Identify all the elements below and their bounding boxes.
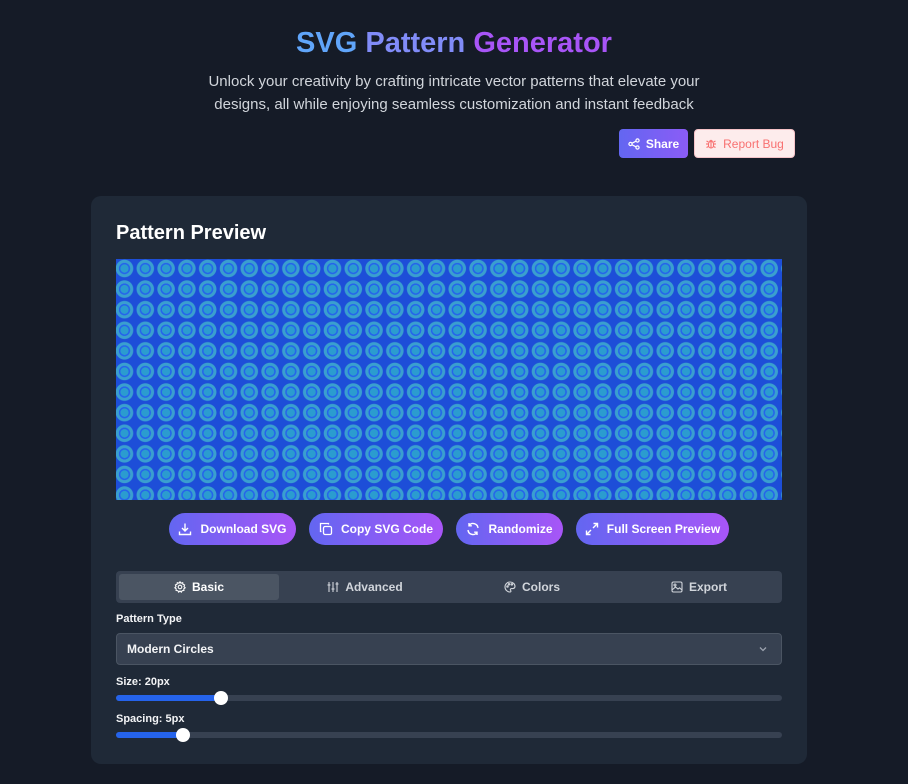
- expand-icon: [585, 522, 599, 536]
- page-subtitle: Unlock your creativity by crafting intri…: [208, 73, 700, 113]
- download-svg-button[interactable]: Download SVG: [169, 513, 296, 545]
- tab-export[interactable]: Export: [618, 574, 780, 600]
- title-part-generator: Generator: [473, 27, 612, 59]
- image-icon: [671, 581, 683, 593]
- share-icon: [628, 137, 640, 150]
- pattern-type-value: Modern Circles: [127, 642, 214, 656]
- report-bug-button[interactable]: Report Bug: [694, 129, 795, 158]
- gear-icon: [173, 581, 186, 593]
- full-screen-preview-label: Full Screen Preview: [606, 522, 721, 536]
- share-label: Share: [645, 136, 680, 151]
- full-screen-preview-button[interactable]: Full Screen Preview: [576, 513, 729, 545]
- size-label: Size: 20px: [116, 676, 170, 688]
- title-part-pattern: Pattern: [365, 27, 466, 59]
- tab-advanced-label: Advanced: [345, 580, 403, 594]
- tab-advanced[interactable]: Advanced: [284, 574, 446, 600]
- refresh-icon: [466, 522, 480, 536]
- spacing-label: Spacing: 5px: [116, 713, 185, 725]
- title-part-svg: SVG: [296, 27, 358, 59]
- share-button[interactable]: Share: [619, 129, 688, 158]
- tab-export-label: Export: [688, 580, 727, 594]
- pattern-preview-title: Pattern Preview: [116, 222, 267, 244]
- preview-actions: Download SVG Copy SVG Code Randomize Ful…: [0, 513, 908, 545]
- tab-basic-label: Basic: [191, 580, 225, 594]
- tab-basic[interactable]: Basic: [119, 574, 279, 600]
- randomize-button[interactable]: Randomize: [456, 513, 563, 545]
- download-icon: [178, 522, 192, 536]
- page-title: SVG Pattern Generator: [0, 25, 908, 61]
- pattern-type-label: Pattern Type: [116, 613, 182, 625]
- tab-colors-label: Colors: [521, 580, 560, 594]
- size-slider[interactable]: [116, 691, 782, 705]
- sliders-icon: [327, 581, 339, 593]
- randomize-label: Randomize: [488, 522, 553, 536]
- spacing-slider[interactable]: [116, 728, 782, 742]
- copy-svg-code-button[interactable]: Copy SVG Code: [309, 513, 443, 545]
- bug-icon: [705, 138, 717, 150]
- chevron-down-icon: [757, 643, 769, 655]
- download-svg-label: Download SVG: [200, 522, 287, 536]
- settings-tabs: Basic Advanced Colors Export: [116, 571, 782, 603]
- copy-svg-code-label: Copy SVG Code: [340, 522, 433, 536]
- copy-icon: [319, 522, 333, 536]
- spacing-slider-fill: [116, 732, 183, 738]
- pattern-preview-canvas: [116, 259, 782, 500]
- report-bug-label: Report Bug: [723, 136, 784, 151]
- tab-colors[interactable]: Colors: [451, 574, 613, 600]
- pattern-type-select[interactable]: Modern Circles: [116, 633, 782, 665]
- spacing-slider-thumb[interactable]: [175, 728, 190, 742]
- palette-icon: [504, 581, 516, 593]
- size-slider-fill: [116, 695, 222, 701]
